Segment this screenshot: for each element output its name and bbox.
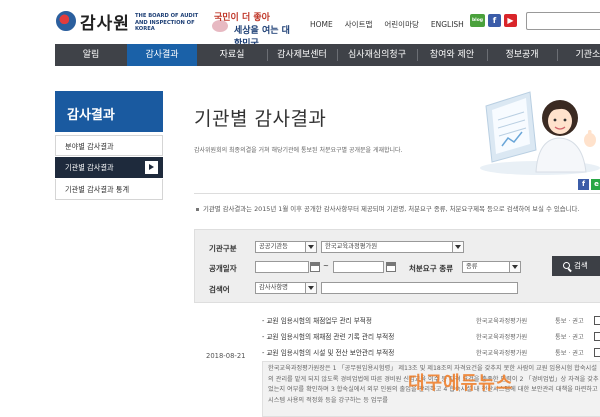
result-org: 한국교육과정평가원 [476,350,528,357]
document-icon[interactable] [594,348,600,357]
calendar-icon[interactable] [386,262,396,272]
chevron-down-icon [305,242,316,252]
sidebar-item-by-org[interactable]: 기관별 감사결과 [55,157,163,178]
calendar-icon[interactable] [310,262,320,272]
top-links: HOME 사이트맵 어린이마당 ENGLISH [310,19,476,30]
org-type-value: 공공기관등 [259,243,288,250]
org-name-select[interactable]: 한국교육과정평가원 [321,241,464,253]
search-button-label: 검색 [574,261,588,270]
search-icon [563,262,570,269]
blog-icon[interactable]: blog [470,14,485,27]
content-divider [194,193,600,194]
search-button[interactable]: 검색 [552,256,600,276]
logo-text[interactable]: 감사원 [80,9,130,34]
news-watermark: 대구에듀뉴스 [408,373,514,394]
org-type-label: 기관구분 [209,244,237,253]
keyword-input[interactable] [321,282,518,294]
chevron-down-icon [509,262,520,272]
top-link-kids[interactable]: 어린이마당 [384,20,419,29]
share-other-icon[interactable]: e [591,179,600,190]
student-illustration-icon [480,91,600,175]
header-search-input[interactable] [526,12,600,30]
keyword-field-select[interactable]: 감사사항명 [255,282,317,294]
result-type: 통보 · 권고 [555,334,584,341]
org-name-value: 한국교육과정평가원 [325,243,378,250]
req-type-value: 종류 [466,263,478,270]
nav-item-participation[interactable]: 참여와 제안 [417,44,487,66]
date-to-input[interactable] [333,261,384,273]
page-description: 감사위원회의 최종의결을 거쳐 해당기관에 통보된 처분요구별 공개문을 게재합… [194,147,403,154]
nav-item-audit-results[interactable]: 감사결과 [127,44,197,66]
chevron-down-icon [305,283,316,293]
keyword-field-value: 감사사항명 [259,284,288,291]
page-title: 기관별 감사결과 [194,108,327,130]
sidebar-item-label: 기관별 감사결과 통계 [65,185,130,194]
document-icon[interactable] [594,332,600,341]
nav-item-notice[interactable]: 알림 [55,44,127,66]
chevron-right-icon [145,161,158,174]
nav-item-information[interactable]: 정보공개 [487,44,557,66]
result-type: 통보 · 권고 [555,318,584,325]
document-icon[interactable] [594,316,600,325]
main-nav: 알림 감사결과 자료실 감사제보센터 심사재심의청구 참여와 제안 정보공개 기… [55,44,600,66]
result-org: 한국교육과정평가원 [476,334,528,341]
sidebar-item-by-field[interactable]: 분야별 감사결과 [55,135,163,156]
result-title[interactable]: - 교원 임용시험의 재채점 관련 기록 관리 부적정 [262,331,394,341]
nav-item-about[interactable]: 기관소개 [557,44,600,66]
sidebar-item-label: 기관별 감사결과 [65,163,114,172]
nav-item-review-request[interactable]: 심사재심의청구 [337,44,417,66]
result-date: 2018-08-21 [206,352,246,360]
date-range-separator: ~ [323,262,329,270]
result-title[interactable]: - 교원 임용시험의 채점업무 관리 부적정 [262,315,372,325]
req-type-select[interactable]: 종류 [462,261,521,273]
keyword-label: 검색어 [209,285,230,294]
top-link-home[interactable]: HOME [310,20,333,29]
result-org: 한국교육과정평가원 [476,318,528,325]
result-type: 통보 · 권고 [555,350,584,357]
result-title[interactable]: - 교원 임용시험의 시설 및 전산 보안관리 부적정 [262,347,394,357]
period-label: 공개일자 [209,264,237,273]
org-type-select[interactable]: 공공기관등 [255,241,317,253]
req-type-label: 처분요구 종류 [409,264,454,273]
logo-subtitle: THE BOARD OF AUDIT AND INSPECTION OF KOR… [135,13,199,32]
nav-item-library[interactable]: 자료실 [197,44,267,66]
top-link-english[interactable]: ENGLISH [431,20,464,29]
nav-item-report-center[interactable]: 감사제보센터 [267,44,337,66]
sidebar-item-label: 분야별 감사결과 [65,142,114,151]
facebook-icon[interactable]: f [488,14,501,27]
site-header: 감사원 THE BOARD OF AUDIT AND INSPECTION OF… [0,0,600,49]
slogan: 국민이 더 좋아 세상을 여는 대한민국 [212,10,298,49]
notice-text: 기관별 감사결과는 2015년 1월 이후 공개한 감사사항부터 제공되며 기관… [196,204,600,215]
slogan-line-1: 국민이 더 좋아 [214,13,270,23]
sidebar-item-stats[interactable]: 기관별 감사결과 통계 [55,179,163,200]
date-from-input[interactable] [255,261,309,273]
logo-emblem-icon[interactable] [56,11,76,31]
sidebar-title: 감사결과 [55,91,163,132]
top-link-sitemap[interactable]: 사이트맵 [345,20,373,29]
chevron-down-icon [452,242,463,252]
youtube-icon[interactable]: ▶ [504,14,517,27]
share-facebook-icon[interactable]: f [578,179,589,190]
